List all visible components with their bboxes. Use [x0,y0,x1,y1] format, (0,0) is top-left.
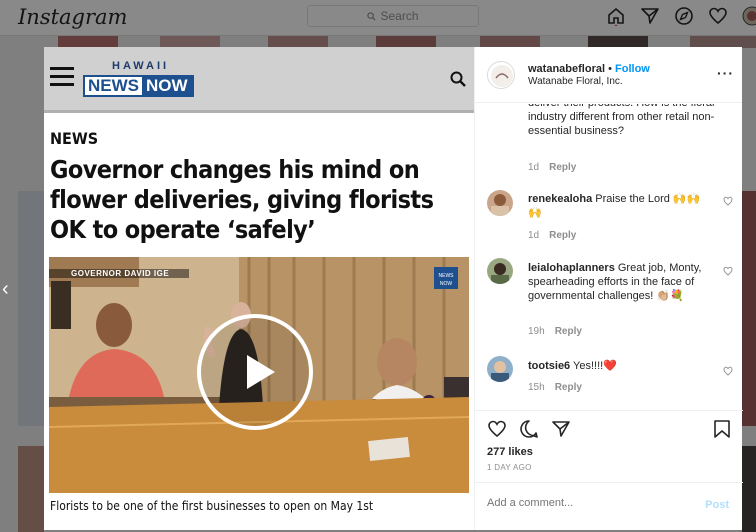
comment-time: 1d [528,230,540,241]
reply-button[interactable]: Reply [555,382,582,393]
article-headline: Governor changes his mind on flower deli… [50,155,434,244]
share-direct-icon[interactable] [551,419,571,439]
post-image[interactable]: HAWAII NEWS NOW NEWS Governor changes hi… [44,47,474,530]
video-scene: NEWS NOW [49,257,469,493]
like-heart-icon[interactable] [487,419,507,439]
commenter-avatar[interactable] [487,190,513,216]
site-header: HAWAII NEWS NOW [44,47,474,113]
site-search-icon [450,71,466,87]
comment-composer: Post [475,482,743,530]
previous-post-arrow-icon[interactable]: ‹ [2,278,9,301]
comment-text: deliver their products. How is the flora… [528,104,715,137]
like-comment-heart-icon[interactable] [723,366,733,376]
author-avatar[interactable] [487,61,515,89]
save-bookmark-icon[interactable] [713,419,731,439]
section-label: NEWS [50,129,99,148]
video-chyron: GOVERNOR DAVID IGE [71,269,170,278]
brand-news-text: NEWS [85,77,142,95]
likes-count[interactable]: 277 likes [487,446,533,458]
list-item: leialohaplanners Great job, Monty, spear… [528,261,713,303]
commenter-username[interactable]: leialohaplanners [528,262,615,274]
comments-list[interactable]: deliver their products. How is the flora… [475,104,743,410]
image-caption: Florists to be one of the first business… [50,499,374,513]
brand-now-text: NOW [142,77,192,95]
follow-button[interactable]: Follow [615,63,650,75]
brand-logo: NEWS NOW [83,75,194,97]
add-comment-input[interactable] [487,497,687,509]
list-item: tootsie6 Yes!!!!❤️ [528,359,713,373]
commenter-avatar[interactable] [487,356,513,382]
reply-button[interactable]: Reply [549,230,576,241]
post-comment-button[interactable]: Post [705,499,729,511]
reply-button[interactable]: Reply [555,326,582,337]
post-sidebar: watanabefloral • Follow Watanabe Floral,… [474,47,743,530]
comment-meta: 15h Reply [528,382,582,393]
comment-time: 19h [528,326,545,337]
commenter-username[interactable]: tootsie6 [528,360,570,372]
comment-meta: 19h Reply [528,326,582,337]
commenter-avatar[interactable] [487,258,513,284]
comment-time: 1d [528,162,540,173]
author-location[interactable]: Watanabe Floral, Inc. [528,76,623,87]
comment-meta: 1d Reply [528,230,576,241]
post-header: watanabefloral • Follow Watanabe Floral,… [475,47,742,103]
more-options-icon[interactable]: ··· [717,65,734,81]
comment-bubble-icon[interactable] [519,419,539,439]
video-thumbnail: NEWS NOW GOVERNOR DAVID IGE [49,257,469,493]
comment-text: Yes!!!!❤️ [573,360,617,372]
list-item: renekealoha Praise the Lord 🙌🙌🙌 [528,192,713,220]
post-date: 1 DAY AGO [487,463,532,472]
comment-meta: 1d Reply [528,162,576,173]
author-username[interactable]: watanabefloral [528,63,605,75]
commenter-username[interactable]: renekealoha [528,193,592,205]
post-actions: 277 likes 1 DAY AGO [475,410,743,482]
post-modal: HAWAII NEWS NOW NEWS Governor changes hi… [44,47,743,530]
comment-time: 15h [528,382,545,393]
svg-text:NOW: NOW [440,281,453,287]
like-comment-heart-icon[interactable] [723,266,733,276]
svg-text:NEWS: NEWS [439,273,455,279]
like-comment-heart-icon[interactable] [723,196,733,206]
hamburger-menu-icon [50,67,74,87]
brand-hawaii-text: HAWAII [112,60,170,72]
reply-button[interactable]: Reply [549,162,576,173]
